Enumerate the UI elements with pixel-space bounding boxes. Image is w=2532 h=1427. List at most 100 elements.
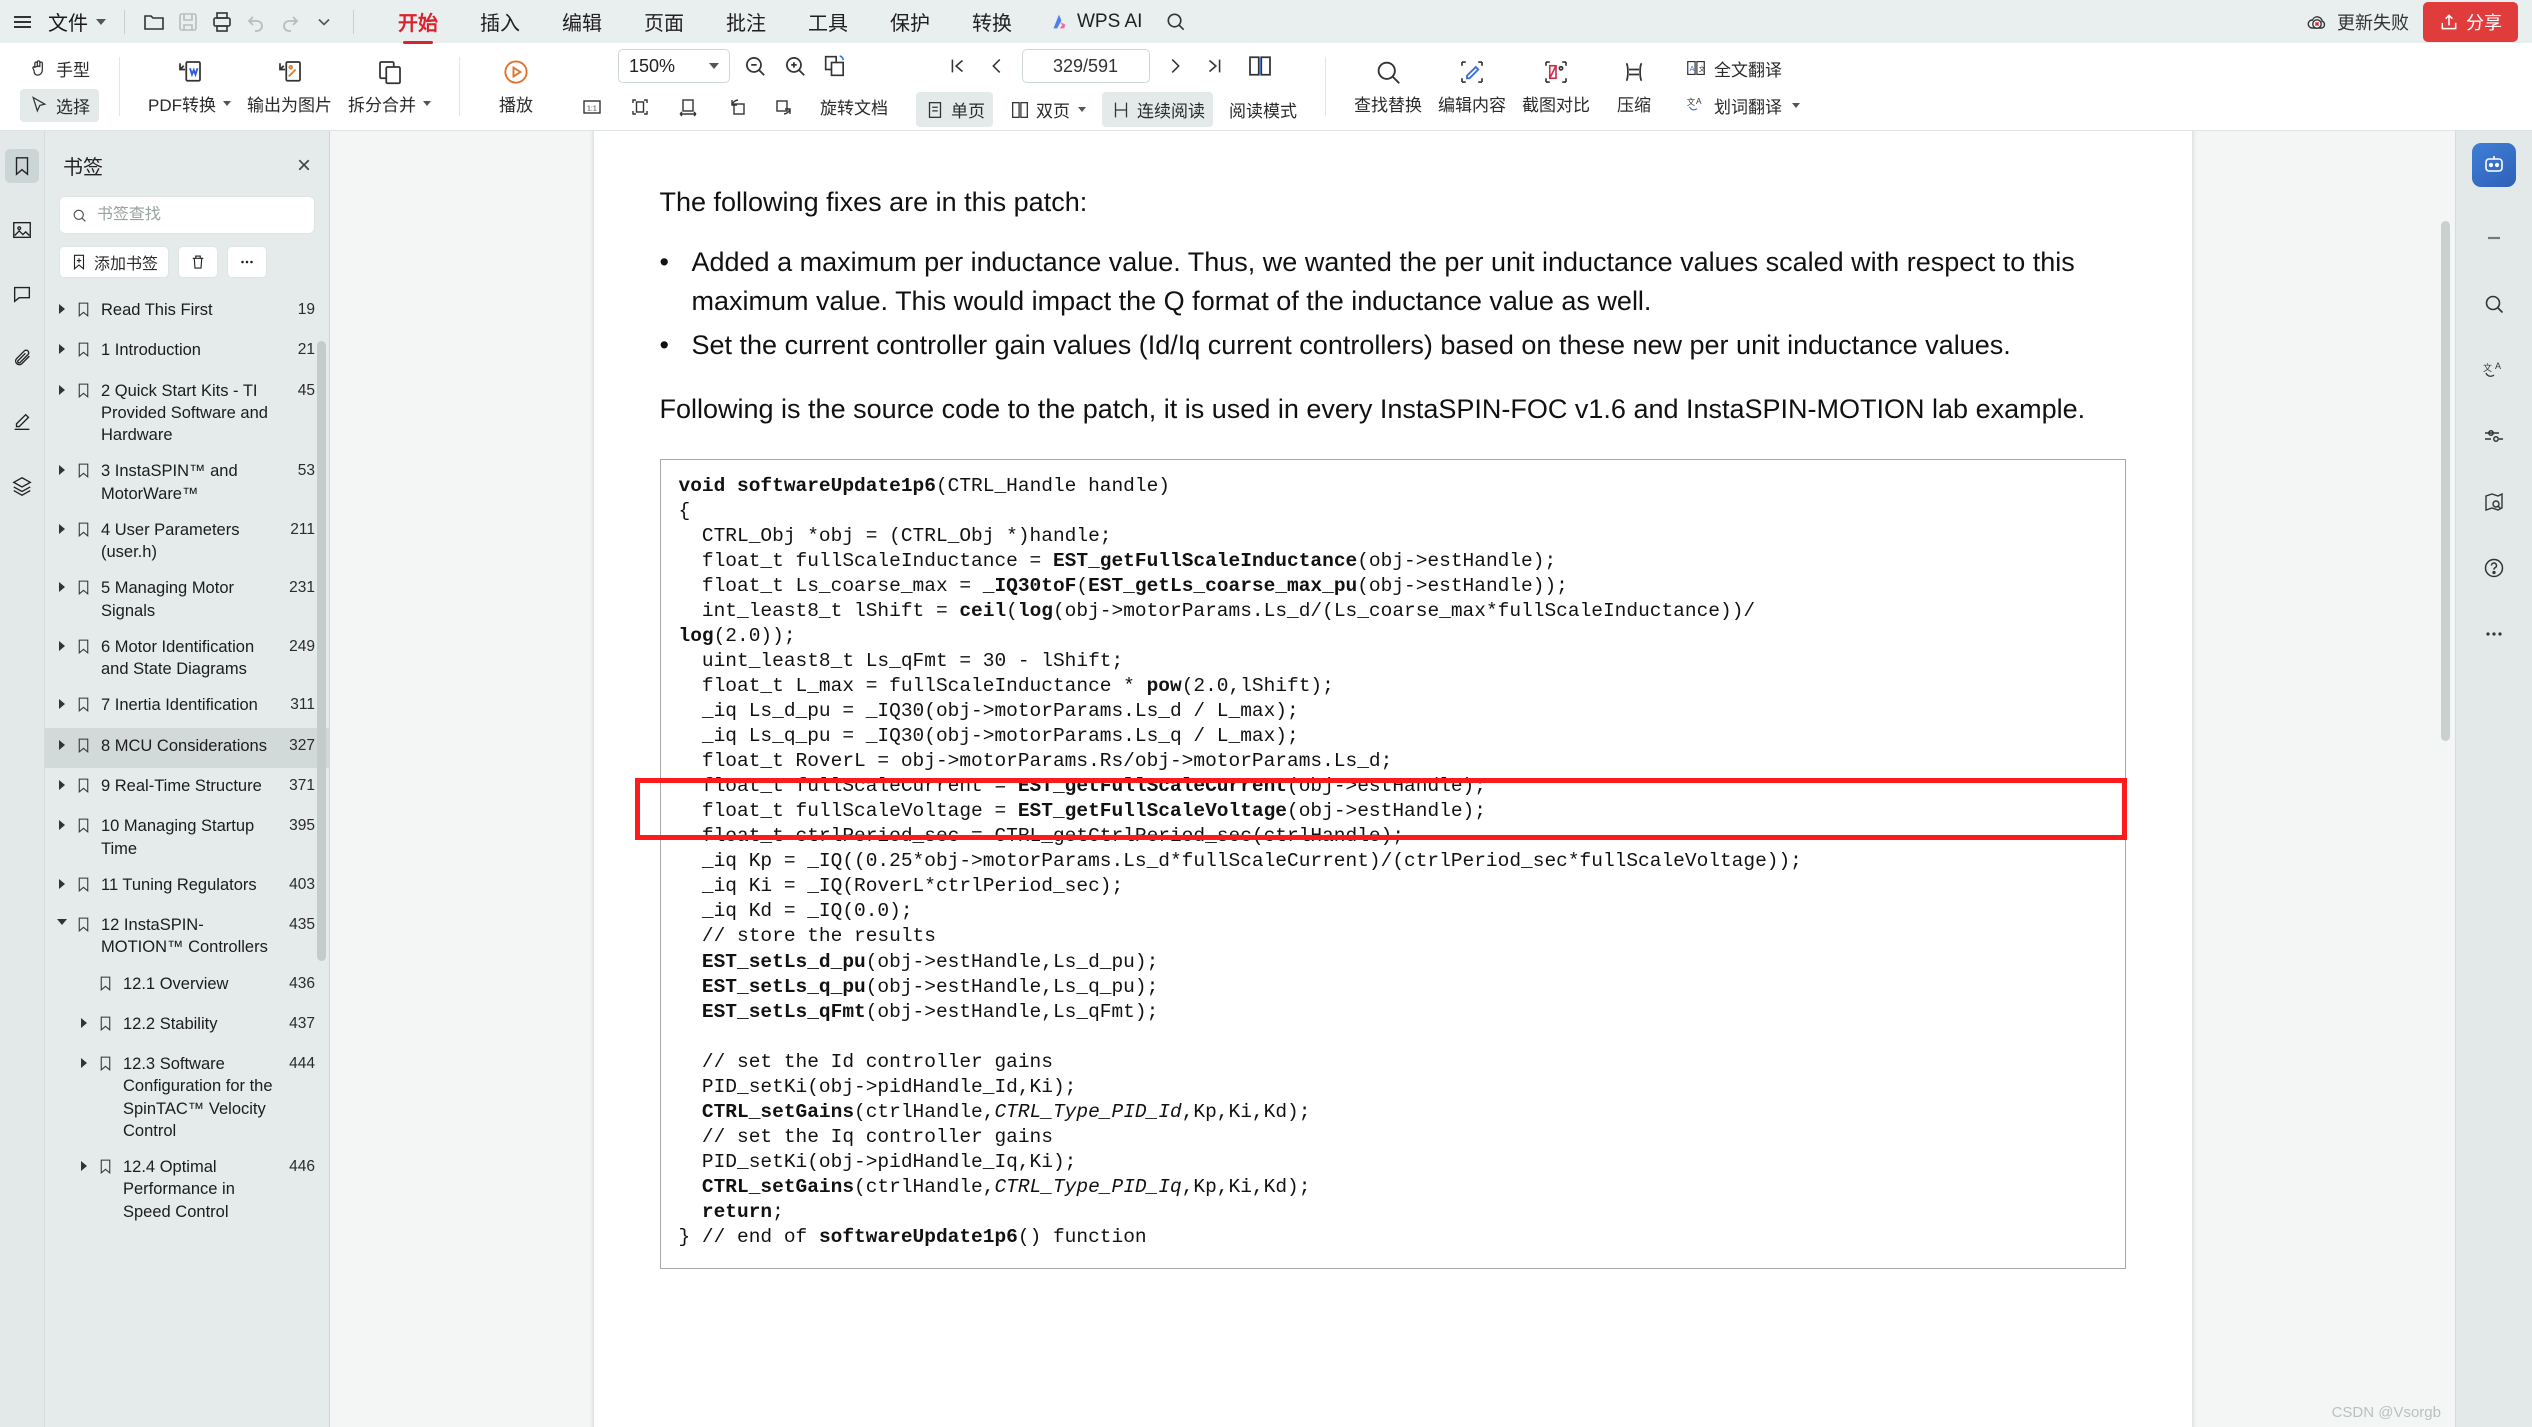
tab-comment[interactable]: 批注 <box>706 0 786 46</box>
chevron-right-icon[interactable] <box>77 1058 91 1069</box>
bookmark-scrollbar-thumb[interactable] <box>317 341 326 961</box>
bookmark-item[interactable]: 5 Managing Motor Signals 231 <box>45 570 329 629</box>
tab-tools[interactable]: 工具 <box>788 0 868 46</box>
bookmark-scrollbar[interactable] <box>316 131 327 1427</box>
chevron-right-icon[interactable] <box>55 878 69 889</box>
chevron-right-icon[interactable] <box>77 1161 91 1172</box>
bookmark-item[interactable]: 9 Real-Time Structure 371 <box>45 768 329 808</box>
bookmark-item[interactable]: 12.4 Optimal Performance in Speed Contro… <box>45 1149 329 1230</box>
chevron-right-icon[interactable] <box>55 582 69 593</box>
chevron-right-icon[interactable] <box>55 304 69 314</box>
export-image-button[interactable]: 输出为图片 <box>239 53 340 120</box>
rotate-right-button[interactable] <box>764 90 804 124</box>
page-number-input[interactable]: 329/591 <box>1021 49 1150 83</box>
comments-panel-icon[interactable] <box>5 277 39 311</box>
chevron-right-icon[interactable] <box>55 384 69 395</box>
chevron-down-icon[interactable] <box>55 919 69 926</box>
next-page-button[interactable] <box>1160 51 1190 81</box>
bookmark-item[interactable]: 12.1 Overview 436 <box>45 966 329 1006</box>
signature-panel-icon[interactable] <box>5 405 39 439</box>
help-icon[interactable] <box>2475 549 2513 587</box>
wps-ai-button[interactable]: WPS AI <box>1034 3 1156 41</box>
bookmark-item[interactable]: 10 Managing Startup Time 395 <box>45 808 329 867</box>
compress-button[interactable]: 压缩 <box>1598 53 1670 120</box>
update-failed-status[interactable]: 更新失败 <box>2305 9 2409 35</box>
document-viewport[interactable]: The following fixes are in this patch: •… <box>330 131 2455 1427</box>
reading-mode-top-button[interactable] <box>1240 46 1280 86</box>
close-icon[interactable]: × <box>297 153 311 178</box>
chevron-right-icon[interactable] <box>55 465 69 476</box>
add-bookmark-button[interactable]: 添加书签 <box>59 246 170 278</box>
save-icon[interactable] <box>171 5 205 39</box>
last-page-button[interactable] <box>1200 51 1230 81</box>
thumbnails-panel-icon[interactable] <box>5 213 39 247</box>
zoom-out-button[interactable] <box>740 51 770 81</box>
rotate-document-button[interactable]: 旋转文档 <box>812 89 896 124</box>
tab-insert[interactable]: 插入 <box>460 0 540 46</box>
bookmark-search-box[interactable] <box>59 196 315 234</box>
split-merge-button[interactable]: 拆分合并 <box>340 53 439 120</box>
bookmark-item[interactable]: 4 User Parameters (user.h) 211 <box>45 512 329 571</box>
hand-tool-button[interactable]: 手型 <box>20 52 99 85</box>
tab-home[interactable]: 开始 <box>378 0 458 46</box>
continuous-read-button[interactable]: 连续阅读 <box>1102 92 1213 127</box>
zoom-in-button[interactable] <box>780 51 810 81</box>
print-icon[interactable] <box>205 5 239 39</box>
translate-icon[interactable]: 文A <box>2475 351 2513 389</box>
fit-page-button[interactable] <box>620 90 660 124</box>
chevron-right-icon[interactable] <box>55 739 69 750</box>
undo-icon[interactable] <box>239 5 273 39</box>
document-scrollbar-thumb[interactable] <box>2441 221 2450 741</box>
bookmark-item[interactable]: 12.3 Software Configuration for the Spin… <box>45 1046 329 1149</box>
bookmark-item[interactable]: 3 InstaSPIN™ and MotorWare™ 53 <box>45 453 329 512</box>
more-icon[interactable] <box>2475 615 2513 653</box>
double-page-button[interactable]: 双页 <box>1001 92 1094 127</box>
word-translate-button[interactable]: 文A 划词翻译 <box>1676 89 1809 122</box>
menu-icon[interactable] <box>14 11 36 33</box>
ai-assistant-icon[interactable] <box>2472 143 2516 187</box>
full-translate-button[interactable]: A文 全文翻译 <box>1676 52 1809 85</box>
bookmark-item[interactable]: 7 Inertia Identification 311 <box>45 687 329 727</box>
document-explore-icon[interactable] <box>2475 483 2513 521</box>
rotate-pages-button[interactable] <box>820 51 850 81</box>
screenshot-compare-button[interactable]: 截图对比 <box>1514 53 1598 120</box>
bookmark-item[interactable]: 8 MCU Considerations 327 <box>45 727 329 768</box>
tab-protect[interactable]: 保护 <box>870 0 950 46</box>
bookmark-more-button[interactable] <box>227 246 268 278</box>
redo-icon[interactable] <box>273 5 307 39</box>
bookmark-item[interactable]: 2 Quick Start Kits - TI Provided Softwar… <box>45 373 329 454</box>
bookmark-item[interactable]: 1 Introduction 21 <box>45 332 329 372</box>
collapse-panel-icon[interactable] <box>2475 219 2513 257</box>
settings-sliders-icon[interactable] <box>2475 417 2513 455</box>
tab-convert[interactable]: 转换 <box>952 0 1032 46</box>
prev-page-button[interactable] <box>982 51 1012 81</box>
reading-mode-button[interactable]: 阅读模式 <box>1221 92 1305 127</box>
chevron-right-icon[interactable] <box>55 523 69 534</box>
chevron-right-icon[interactable] <box>55 640 69 651</box>
chevron-right-icon[interactable] <box>55 344 69 355</box>
tab-page[interactable]: 页面 <box>624 0 704 46</box>
layers-panel-icon[interactable] <box>5 469 39 503</box>
document-scrollbar[interactable] <box>2440 131 2451 1427</box>
pdf-convert-button[interactable]: PDF转换 <box>140 53 239 120</box>
bookmark-item[interactable]: 6 Motor Identification and State Diagram… <box>45 629 329 688</box>
file-menu-button[interactable]: 文件 <box>42 5 112 38</box>
find-replace-button[interactable]: 查找替换 <box>1346 53 1430 120</box>
attachments-panel-icon[interactable] <box>5 341 39 375</box>
fit-width-button[interactable] <box>668 90 708 124</box>
search-icon[interactable] <box>2475 285 2513 323</box>
zoom-select[interactable]: 150% <box>618 49 730 83</box>
chevron-right-icon[interactable] <box>55 699 69 710</box>
delete-bookmark-button[interactable] <box>178 246 219 278</box>
chevron-right-icon[interactable] <box>55 820 69 831</box>
single-page-button[interactable]: 单页 <box>916 92 993 127</box>
bookmark-search-input[interactable] <box>96 206 303 224</box>
search-icon[interactable] <box>1158 5 1192 39</box>
first-page-button[interactable] <box>942 51 972 81</box>
play-button[interactable]: 播放 <box>480 53 552 120</box>
bookmark-list[interactable]: Read This First 19 1 Introduction 21 2 Quick… <box>45 286 329 1427</box>
bookmark-panel-icon[interactable] <box>5 149 39 183</box>
open-folder-icon[interactable] <box>137 5 171 39</box>
bookmark-item[interactable]: 12 InstaSPIN-MOTION™ Controllers 435 <box>45 907 329 966</box>
chevron-right-icon[interactable] <box>77 1017 91 1028</box>
